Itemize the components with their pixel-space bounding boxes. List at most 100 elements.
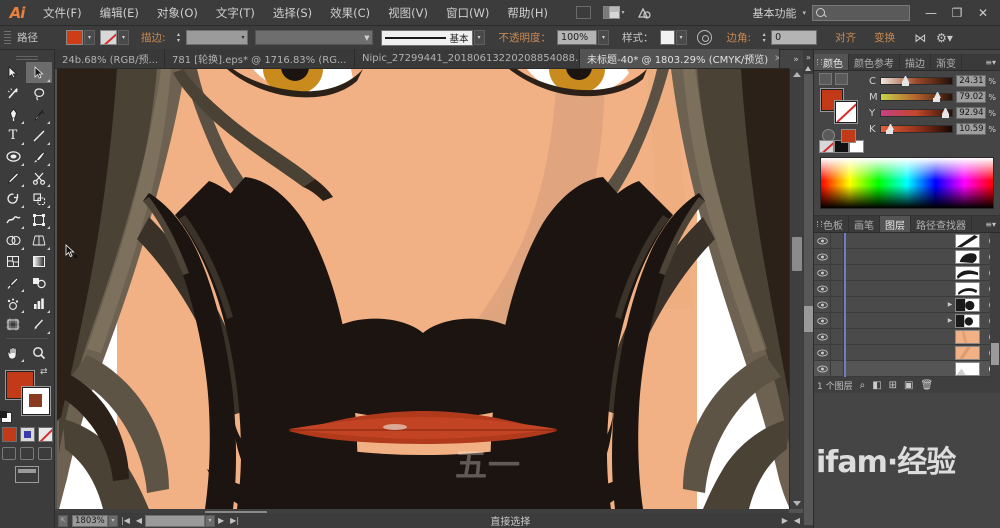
- layer-visibility-icon[interactable]: [814, 285, 830, 293]
- tab-brushes[interactable]: 画笔: [849, 216, 880, 232]
- minimize-button[interactable]: —: [918, 2, 944, 24]
- magic-wand-tool-icon[interactable]: [0, 83, 26, 104]
- fill-dropdown-icon[interactable]: ▾: [84, 30, 95, 45]
- artboard-tool-icon[interactable]: [0, 314, 26, 335]
- slider-track-m[interactable]: [880, 92, 954, 102]
- graphic-style-swatch[interactable]: [659, 30, 675, 45]
- paintbrush-tool-icon[interactable]: [26, 146, 52, 167]
- swap-fill-stroke-icon[interactable]: ⇄: [40, 367, 52, 379]
- new-sublayer-icon[interactable]: ⊞: [889, 380, 897, 391]
- artboard-number-dropdown-icon[interactable]: ▾: [205, 514, 216, 527]
- slider-thumb-k[interactable]: [886, 124, 894, 134]
- tab-overflow-icon[interactable]: »: [789, 50, 803, 69]
- shape-builder-tool-icon[interactable]: [0, 230, 26, 251]
- stroke-weight-label[interactable]: 描边:: [135, 30, 172, 45]
- slider-thumb-c[interactable]: [901, 76, 910, 86]
- workspace-chevron-down-icon[interactable]: ▾: [802, 9, 812, 17]
- none-swatch[interactable]: [819, 140, 834, 153]
- layers-list[interactable]: ▶ ▶: [814, 232, 1000, 377]
- layer-visibility-icon[interactable]: [814, 365, 830, 373]
- layer-expand-icon[interactable]: ▶: [945, 301, 955, 308]
- line-segment-tool-icon[interactable]: [26, 125, 52, 146]
- layer-thumbnail[interactable]: [955, 265, 980, 280]
- restore-button[interactable]: ❐: [944, 2, 970, 24]
- layer-lock-toggle[interactable]: [830, 296, 844, 313]
- opacity-input[interactable]: 100%: [557, 30, 598, 45]
- layer-visibility-icon[interactable]: [814, 349, 830, 357]
- draw-normal-icon[interactable]: [2, 447, 16, 460]
- color-panel-current-color[interactable]: [841, 129, 856, 143]
- delete-layer-icon[interactable]: 🗑: [921, 380, 934, 391]
- change-screen-mode-icon[interactable]: [15, 466, 39, 483]
- layers-scrollbar[interactable]: [990, 233, 1000, 377]
- color-panel-stroke-swatch[interactable]: [835, 101, 857, 123]
- scissors-tool-icon[interactable]: [26, 167, 52, 188]
- hand-tool-icon[interactable]: [0, 342, 26, 363]
- stroke-indicator-icon[interactable]: [835, 73, 848, 85]
- arrange-documents-icon[interactable]: ▾: [601, 2, 627, 24]
- draw-inside-icon[interactable]: [38, 447, 52, 460]
- corner-input[interactable]: 0: [771, 30, 818, 45]
- draw-behind-icon[interactable]: [20, 447, 34, 460]
- slider-track-y[interactable]: [880, 108, 954, 118]
- blend-tool-icon[interactable]: [26, 272, 52, 293]
- layer-lock-toggle[interactable]: [830, 280, 844, 297]
- color-mode-icon[interactable]: [1, 427, 17, 442]
- close-button[interactable]: ✕: [970, 2, 996, 24]
- layer-lock-toggle[interactable]: [830, 264, 844, 281]
- document-tab-3[interactable]: Nipic_27299441_20180613220208854088.ai* …: [355, 49, 580, 68]
- workspace-switcher[interactable]: 基本功能: [746, 5, 802, 21]
- tab-pathfinder[interactable]: 路径查找器: [911, 216, 972, 232]
- bridge-icon[interactable]: [571, 2, 597, 24]
- layer-expand-icon[interactable]: ▶: [945, 317, 955, 324]
- layer-thumbnail[interactable]: [955, 249, 980, 264]
- slider-value-c[interactable]: 24.31: [956, 75, 987, 87]
- tab-layers[interactable]: 图层: [880, 216, 911, 232]
- expand-panels-icon[interactable]: »: [803, 53, 814, 62]
- layer-visibility-icon[interactable]: [814, 253, 830, 261]
- perspective-grid-tool-icon[interactable]: [26, 230, 52, 251]
- gradient-tool-icon[interactable]: [26, 251, 52, 272]
- layer-row-selected[interactable]: [814, 360, 1000, 377]
- artboard-first-icon[interactable]: |◀: [118, 516, 133, 525]
- none-mode-icon[interactable]: [37, 427, 53, 442]
- document-tab-1[interactable]: 24b.68% (RGB/预... ✕: [55, 49, 165, 68]
- layer-lock-toggle[interactable]: [830, 248, 844, 265]
- tools-panel-grip[interactable]: [0, 54, 54, 62]
- stroke-swatch[interactable]: [100, 30, 117, 45]
- layer-visibility-icon[interactable]: [814, 333, 830, 341]
- tab-swatches[interactable]: 色板: [814, 216, 849, 232]
- menu-type[interactable]: 文字(T): [207, 1, 264, 25]
- layer-thumbnail[interactable]: [955, 281, 980, 296]
- fill-indicator-icon[interactable]: [819, 73, 832, 85]
- direct-selection-tool-icon[interactable]: [26, 62, 52, 83]
- gradient-mode-icon[interactable]: [19, 427, 35, 442]
- menu-file[interactable]: 文件(F): [34, 1, 91, 25]
- recolor-artwork-icon[interactable]: [696, 30, 712, 45]
- artboard-number-input[interactable]: [145, 514, 206, 527]
- new-layer-icon[interactable]: ▣: [904, 380, 913, 391]
- layer-lock-toggle[interactable]: [830, 328, 844, 345]
- layer-thumbnail[interactable]: [955, 233, 980, 248]
- corner-label[interactable]: 边角:: [721, 30, 758, 45]
- artboard-nav-icon[interactable]: ⇱: [58, 514, 68, 527]
- color-spectrum-bar[interactable]: [820, 157, 994, 209]
- pencil-tool-icon[interactable]: [0, 167, 26, 188]
- default-fill-stroke-icon[interactable]: [0, 411, 12, 423]
- tab-color-guide[interactable]: 颜色参考: [849, 54, 900, 70]
- stroke-stepper[interactable]: ▴ ▾: [172, 30, 186, 46]
- layer-visibility-icon[interactable]: [814, 317, 830, 325]
- artboard[interactable]: [57, 69, 794, 509]
- slider-value-m[interactable]: 79.02: [956, 91, 987, 103]
- stroke-profile-dropdown[interactable]: ▾: [254, 30, 373, 45]
- type-tool-icon[interactable]: T: [0, 125, 26, 146]
- fill-swatch[interactable]: [66, 30, 83, 45]
- menu-select[interactable]: 选择(S): [264, 1, 321, 25]
- width-tool-icon[interactable]: [0, 209, 26, 230]
- layers-scroll-thumb[interactable]: [991, 343, 999, 365]
- scroll-down-icon[interactable]: [793, 501, 801, 506]
- menu-edit[interactable]: 编辑(E): [91, 1, 148, 25]
- layer-thumbnail[interactable]: [955, 345, 980, 360]
- layer-visibility-icon[interactable]: [814, 269, 830, 277]
- slider-track-k[interactable]: [880, 124, 954, 134]
